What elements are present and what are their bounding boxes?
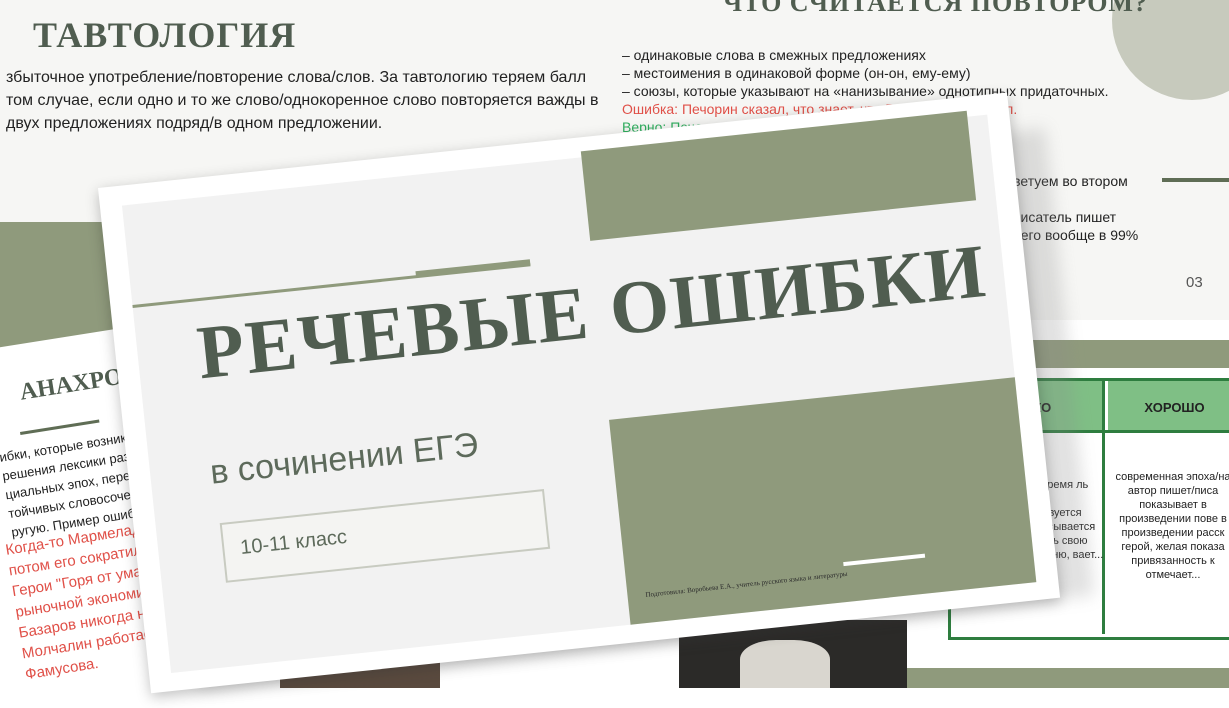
grade-box: 10-11 класс — [219, 489, 551, 583]
repetition-item: – одинаковые слова в смежных предложения… — [622, 47, 926, 63]
slide-subtitle: в сочинении ЕГЭ — [208, 425, 481, 492]
repetition-item: – союзы, которые указывают на «нанизыван… — [622, 83, 1109, 99]
table-cell-good: современная эпоха/на автор пишет/писа по… — [1115, 471, 1229, 581]
repetition-title: ЧТО СЧИТАЕТСЯ ПОВТОРОМ? — [723, 0, 1148, 17]
grade-label: 10-11 класс — [239, 525, 348, 560]
column-header-good: ХОРОШО — [1108, 381, 1229, 433]
tautology-title: ТАВТОЛОГИЯ — [33, 15, 297, 55]
tautology-text: збыточное употребление/повторение слова/… — [6, 69, 599, 132]
page-number: 03 — [1186, 274, 1203, 291]
main-slide[interactable]: РЕЧЕВЫЕ ОШИБКИ в сочинении ЕГЭ 10-11 кла… — [98, 92, 1061, 694]
decor-rule-accent — [415, 259, 531, 278]
table-band-bottom — [900, 668, 1229, 688]
decor-block-top — [580, 110, 977, 241]
decor-rule — [1162, 178, 1229, 182]
main-slide-content: РЕЧЕВЫЕ ОШИБКИ в сочинении ЕГЭ 10-11 кла… — [121, 110, 1037, 674]
slide-title: РЕЧЕВЫЕ ОШИБКИ — [193, 228, 991, 396]
photo-fragment — [740, 640, 830, 688]
repetition-item: – местоимения в одинаковой форме (он-он,… — [622, 65, 971, 81]
